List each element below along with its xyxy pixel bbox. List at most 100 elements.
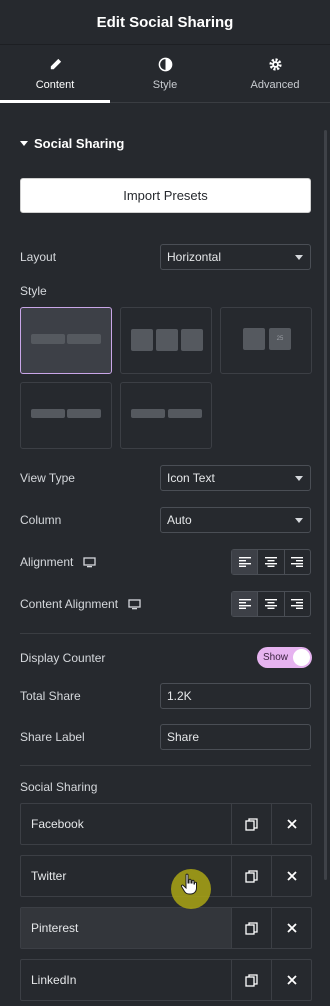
gear-icon	[268, 57, 282, 71]
copy-icon	[245, 921, 258, 935]
share-label-input[interactable]: Share	[160, 724, 311, 750]
preset-linkedin-tile	[181, 329, 203, 351]
close-icon	[286, 975, 297, 985]
total-share-input[interactable]: 1.2K	[160, 683, 311, 709]
close-icon	[286, 819, 297, 829]
social-item-pinterest[interactable]: Pinterest	[20, 907, 312, 949]
import-presets-button[interactable]: Import Presets	[20, 178, 311, 213]
tab-bar: Content Style Advanced	[0, 45, 330, 103]
column-select[interactable]: Auto	[160, 507, 311, 533]
social-item-linkedin[interactable]: LinkedIn	[20, 959, 312, 1001]
divider	[20, 765, 311, 766]
panel-title: Edit Social Sharing	[96, 13, 234, 31]
close-icon	[286, 923, 297, 933]
remove-button[interactable]	[271, 960, 311, 1000]
social-list-label: Social Sharing	[20, 780, 98, 794]
duplicate-button[interactable]	[231, 856, 271, 896]
share-label-label: Share Label	[20, 730, 85, 744]
tab-advanced-label: Advanced	[250, 78, 300, 91]
contrast-icon	[158, 57, 172, 71]
tab-content[interactable]: Content	[0, 45, 110, 103]
desktop-icon[interactable]	[128, 598, 141, 610]
preset-twitter-chip	[67, 334, 101, 344]
align-right-icon	[291, 599, 304, 609]
style-preset-1[interactable]	[20, 307, 112, 374]
align-left-icon	[238, 557, 251, 567]
style-preset-5[interactable]	[120, 382, 212, 449]
duplicate-button[interactable]	[231, 960, 271, 1000]
preset-twitter-chip	[67, 409, 101, 418]
view-type-value: Icon Text	[167, 471, 215, 485]
remove-button[interactable]	[271, 856, 311, 896]
content-alignment-label: Content Alignment	[20, 597, 119, 611]
align-left-icon	[238, 599, 251, 609]
preset-twitter-tile	[156, 329, 178, 351]
tab-style-label: Style	[152, 78, 178, 91]
panel-header: Edit Social Sharing	[0, 0, 330, 45]
content-align-left-button[interactable]	[232, 592, 259, 616]
preset-facebook-tile	[243, 328, 265, 350]
social-item-facebook[interactable]: Facebook	[20, 803, 312, 845]
duplicate-button[interactable]	[231, 804, 271, 844]
pencil-icon	[50, 58, 61, 69]
view-type-select[interactable]: Icon Text	[160, 465, 311, 491]
display-counter-toggle[interactable]: Show	[257, 647, 312, 668]
remove-button[interactable]	[271, 804, 311, 844]
preset-twitter-chip	[168, 409, 202, 418]
social-item-label[interactable]: Pinterest	[21, 908, 231, 948]
display-counter-label: Display Counter	[20, 651, 106, 665]
duplicate-button[interactable]	[231, 908, 271, 948]
align-center-icon	[264, 557, 277, 567]
tab-style[interactable]: Style	[110, 45, 220, 102]
style-preset-3[interactable]: 25	[220, 307, 312, 374]
toggle-text: Show	[263, 652, 289, 663]
section-title: Social Sharing	[34, 136, 125, 151]
desktop-icon[interactable]	[83, 556, 97, 568]
alignment-control	[231, 549, 311, 575]
view-type-label: View Type	[20, 471, 75, 485]
social-item-label[interactable]: Facebook	[21, 804, 231, 844]
copy-icon	[245, 817, 258, 831]
align-left-button[interactable]	[232, 550, 259, 574]
preset-facebook-chip	[31, 409, 65, 418]
align-right-icon	[291, 557, 304, 567]
section-toggle-social-sharing[interactable]: Social Sharing	[20, 136, 124, 151]
dropdown-arrow-icon	[295, 476, 303, 481]
tab-advanced[interactable]: Advanced	[220, 45, 330, 102]
preset-facebook-chip	[131, 409, 165, 418]
dropdown-arrow-icon	[295, 255, 303, 260]
copy-icon	[245, 869, 258, 883]
content-align-right-button[interactable]	[285, 592, 310, 616]
style-preset-4[interactable]	[20, 382, 112, 449]
close-icon	[286, 871, 297, 881]
social-item-twitter[interactable]: Twitter	[20, 855, 312, 897]
layout-select[interactable]: Horizontal	[160, 244, 311, 270]
content-alignment-control	[231, 591, 311, 617]
style-label: Style	[20, 284, 47, 298]
column-label: Column	[20, 513, 62, 527]
remove-button[interactable]	[271, 908, 311, 948]
copy-icon	[245, 973, 258, 987]
content-align-center-button[interactable]	[258, 592, 285, 616]
social-item-label[interactable]: LinkedIn	[21, 960, 231, 1000]
toggle-knob	[293, 649, 310, 666]
alignment-label-row: Alignment	[20, 555, 97, 569]
align-right-button[interactable]	[285, 550, 310, 574]
style-preset-2[interactable]	[120, 307, 212, 374]
hand-cursor-icon	[180, 873, 197, 895]
preset-facebook-chip	[31, 334, 65, 344]
caret-down-icon	[20, 141, 28, 146]
tab-content-label: Content	[35, 78, 75, 91]
alignment-label: Alignment	[20, 555, 74, 569]
align-center-button[interactable]	[258, 550, 285, 574]
preset-counter-tile: 25	[269, 328, 291, 350]
column-value: Auto	[167, 513, 192, 527]
divider	[20, 633, 311, 634]
scrollbar[interactable]	[324, 130, 327, 880]
align-center-icon	[264, 599, 277, 609]
total-share-label: Total Share	[20, 689, 81, 703]
layout-value: Horizontal	[167, 250, 222, 264]
dropdown-arrow-icon	[295, 518, 303, 523]
preset-facebook-tile	[131, 329, 153, 351]
content-alignment-label-row: Content Alignment	[20, 597, 141, 611]
